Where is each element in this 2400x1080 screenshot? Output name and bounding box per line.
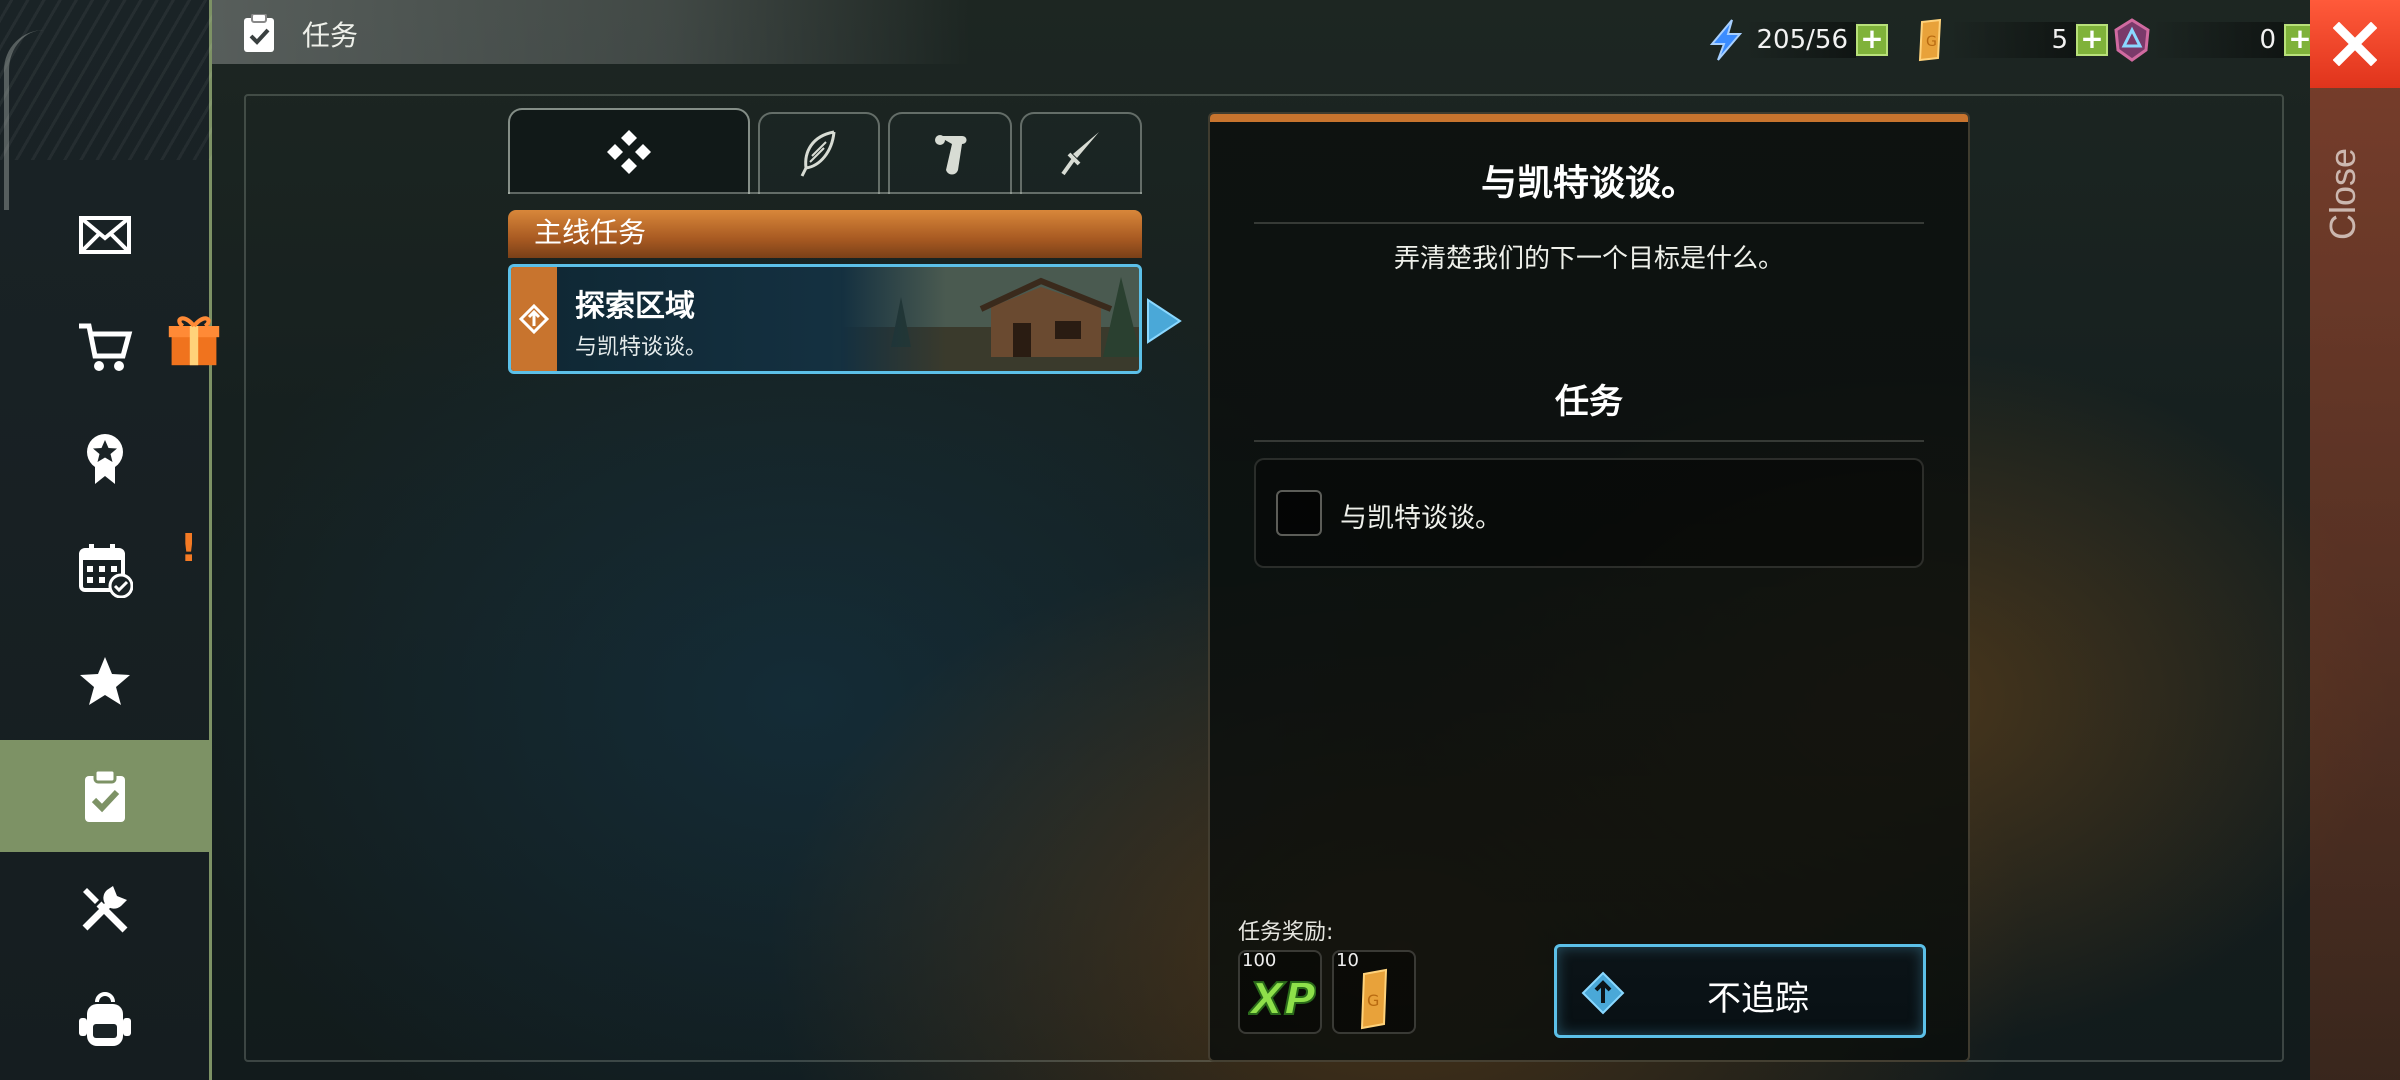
gem-value: 0 — [2152, 22, 2284, 58]
quest-detail-panel: 与凯特谈谈。 弄清楚我们的下一个目标是什么。 任务 与凯特谈谈。 任务奖励: 1… — [1208, 112, 1970, 1062]
tracked-quest-icon — [519, 304, 549, 334]
objective-checkbox — [1276, 490, 1322, 536]
tab-feather-quests[interactable] — [758, 112, 880, 194]
objective-item: 与凯特谈谈。 — [1254, 458, 1924, 568]
mail-icon — [78, 216, 131, 254]
tab-combat-quests[interactable] — [1020, 112, 1142, 194]
gold-counter: G 5 + — [1910, 18, 2108, 62]
sidebar-item-quests[interactable] — [0, 740, 209, 852]
reward-gold[interactable]: 10 G — [1332, 950, 1416, 1034]
gold-bar-icon: G — [1360, 968, 1388, 1030]
left-nav-sidebar: ! — [0, 0, 220, 1080]
rewards-label: 任务奖励: — [1238, 920, 1334, 945]
add-gold-button[interactable]: + — [2076, 24, 2108, 56]
reward-xp[interactable]: 100 XP — [1238, 950, 1322, 1034]
tab-underline — [508, 192, 1142, 194]
sidebar-item-shop[interactable] — [0, 290, 220, 402]
svg-text:G: G — [1926, 34, 1937, 50]
sidebar-item-calendar[interactable]: ! — [0, 514, 209, 626]
gem-counter: 0 + — [2112, 18, 2316, 62]
sidebar-item-mail[interactable] — [0, 178, 209, 290]
detail-description: 弄清楚我们的下一个目标是什么。 — [1393, 244, 1784, 274]
feather-icon — [800, 130, 836, 177]
xp-icon: XP — [1248, 973, 1316, 1026]
sidebar-item-favorites[interactable] — [0, 626, 209, 738]
crafting-tools-icon — [82, 886, 127, 933]
close-label[interactable]: Close — [2322, 20, 2382, 240]
gold-value: 5 — [1950, 22, 2076, 58]
lightning-bolt-icon — [1709, 19, 1743, 61]
quest-subtitle: 与凯特谈谈。 — [575, 335, 708, 360]
tab-main-quests[interactable] — [508, 108, 750, 194]
gift-icon — [168, 316, 220, 366]
scroll-icon — [935, 135, 967, 175]
shop-cart-icon — [78, 323, 132, 371]
quest-clipboard-icon — [244, 14, 274, 52]
svg-text:G: G — [1367, 991, 1379, 1010]
calendar-icon — [78, 544, 133, 598]
energy-value: 205/56 — [1746, 22, 1856, 58]
page-title: 任务 — [302, 19, 359, 52]
detail-title: 与凯特谈谈。 — [1480, 163, 1697, 204]
star-icon — [79, 657, 130, 705]
untrack-quest-button[interactable]: 不追踪 — [1554, 944, 1926, 1038]
gem-icon — [2114, 18, 2150, 62]
backpack-icon — [78, 992, 131, 1046]
sword-icon — [1061, 132, 1099, 176]
energy-counter: 205/56 + — [1706, 18, 1888, 62]
achievement-badge-icon — [86, 434, 123, 484]
sidebar-item-crafting[interactable] — [0, 852, 209, 964]
svg-text:XP: XP — [1248, 974, 1316, 1025]
selected-arrow-icon — [1147, 298, 1182, 344]
alert-badge: ! — [180, 526, 198, 570]
sidebar-item-achievements[interactable] — [0, 402, 209, 514]
objective-text: 与凯特谈谈。 — [1340, 503, 1502, 534]
quest-thumbnail-image — [841, 267, 1139, 371]
add-energy-button[interactable]: + — [1856, 24, 1888, 56]
quest-type-stripe — [511, 267, 557, 371]
top-header-bar: 任务 — [212, 0, 972, 64]
objectives-header: 任务 — [1555, 382, 1623, 422]
gold-bar-icon: G — [1918, 18, 1942, 62]
quest-category-header: 主线任务 — [508, 210, 1142, 258]
sidebar-item-inventory[interactable] — [0, 964, 209, 1076]
quest-title: 探索区域 — [575, 289, 695, 324]
diamond-cluster-icon — [607, 130, 651, 174]
quest-list-item[interactable]: 探索区域 与凯特谈谈。 — [508, 264, 1142, 374]
quest-clipboard-icon — [84, 768, 125, 822]
panel-accent-bar — [1210, 114, 1968, 122]
divider — [1254, 440, 1924, 442]
untrack-label: 不追踪 — [1707, 979, 1809, 1019]
divider — [1254, 222, 1924, 224]
tab-scroll-quests[interactable] — [888, 112, 1012, 194]
